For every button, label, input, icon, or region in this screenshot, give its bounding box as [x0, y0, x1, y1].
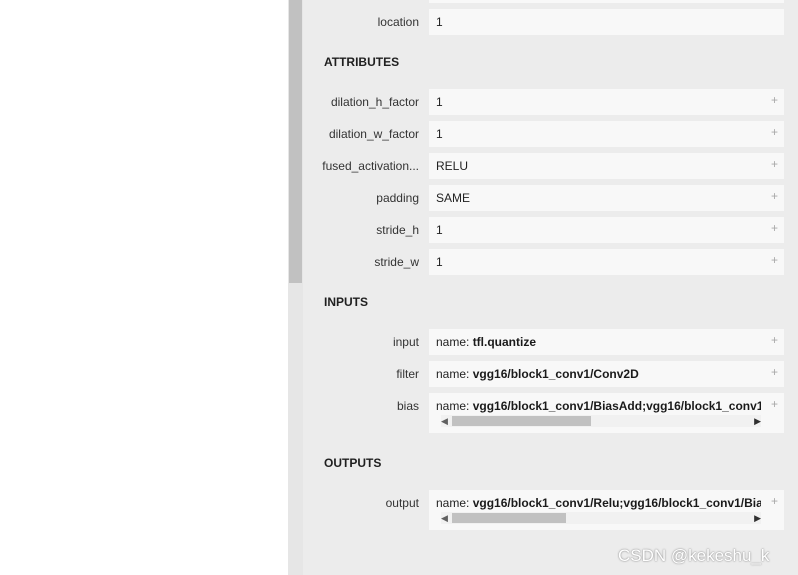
attr-value: RELU	[436, 159, 469, 173]
input-name: name: vgg16/block1_conv1/Conv2D	[436, 367, 639, 381]
attr-field-padding[interactable]: SAME +	[429, 185, 784, 211]
expand-icon[interactable]: +	[771, 365, 778, 379]
attr-label-dilation-w: dilation_w_factor	[328, 127, 419, 141]
attr-value: 1	[436, 223, 443, 237]
horizontal-scrollbar[interactable]: ◀ ▶	[441, 415, 761, 427]
attr-value: 1	[436, 127, 443, 141]
expand-icon[interactable]: +	[771, 397, 778, 411]
location-field: 1	[429, 9, 784, 35]
expand-icon[interactable]: +	[771, 93, 778, 107]
attr-value: 1	[436, 255, 443, 269]
output-label-output: output	[385, 496, 419, 510]
attr-field-dilation-w[interactable]: 1 +	[429, 121, 784, 147]
attr-field-stride-w[interactable]: 1 +	[429, 249, 784, 275]
expand-icon[interactable]: +	[771, 221, 778, 235]
output-field-output[interactable]: name: vgg16/block1_conv1/Relu;vgg16/bloc…	[429, 490, 784, 530]
input-field-input[interactable]: name: tfl.quantize +	[429, 329, 784, 355]
location-value: 1	[436, 15, 443, 29]
horizontal-scrollbar-thumb[interactable]	[452, 416, 591, 426]
scroll-left-icon[interactable]: ◀	[441, 415, 448, 427]
previous-field-edge	[429, 0, 784, 3]
attributes-heading: ATTRIBUTES	[324, 55, 400, 69]
left-blank-pane	[0, 0, 288, 575]
expand-icon[interactable]: +	[771, 333, 778, 347]
location-label: location	[377, 15, 419, 29]
attr-field-fused-activation[interactable]: RELU +	[429, 153, 784, 179]
input-name: name: vgg16/block1_conv1/BiasAdd;vgg16/b…	[436, 399, 761, 413]
input-field-bias[interactable]: name: vgg16/block1_conv1/BiasAdd;vgg16/b…	[429, 393, 784, 433]
watermark: CSDN @kekeshu_k	[618, 546, 770, 565]
scroll-left-icon[interactable]: ◀	[441, 512, 448, 524]
attr-label-dilation-h: dilation_h_factor	[330, 95, 419, 109]
expand-icon[interactable]: +	[771, 494, 778, 508]
expand-icon[interactable]: +	[771, 253, 778, 267]
attr-field-stride-h[interactable]: 1 +	[429, 217, 784, 243]
scroll-right-icon[interactable]: ▶	[754, 415, 761, 427]
expand-icon[interactable]: +	[771, 157, 778, 171]
input-label-input: input	[392, 335, 419, 349]
input-field-filter[interactable]: name: vgg16/block1_conv1/Conv2D +	[429, 361, 784, 387]
input-label-filter: filter	[396, 367, 419, 381]
properties-panel	[303, 0, 798, 575]
input-label-bias: bias	[396, 399, 419, 413]
attr-value: 1	[436, 95, 443, 109]
expand-icon[interactable]: +	[771, 189, 778, 203]
output-name: name: vgg16/block1_conv1/Relu;vgg16/bloc…	[436, 496, 761, 510]
attr-label-padding: padding	[376, 191, 419, 205]
attr-label-fused-activation: fused_activation...	[322, 159, 419, 173]
horizontal-scrollbar-thumb[interactable]	[452, 513, 566, 523]
outputs-heading: OUTPUTS	[324, 456, 382, 470]
inputs-heading: INPUTS	[324, 295, 369, 309]
horizontal-scrollbar[interactable]: ◀ ▶	[441, 512, 761, 524]
expand-icon[interactable]: +	[771, 125, 778, 139]
attr-value: SAME	[436, 191, 471, 205]
attr-label-stride-w: stride_w	[374, 255, 419, 269]
vertical-scrollbar-thumb[interactable]	[289, 0, 302, 283]
attr-label-stride-h: stride_h	[376, 223, 419, 237]
scroll-right-icon[interactable]: ▶	[754, 512, 761, 524]
attr-field-dilation-h[interactable]: 1 +	[429, 89, 784, 115]
input-name: name: tfl.quantize	[436, 335, 537, 349]
